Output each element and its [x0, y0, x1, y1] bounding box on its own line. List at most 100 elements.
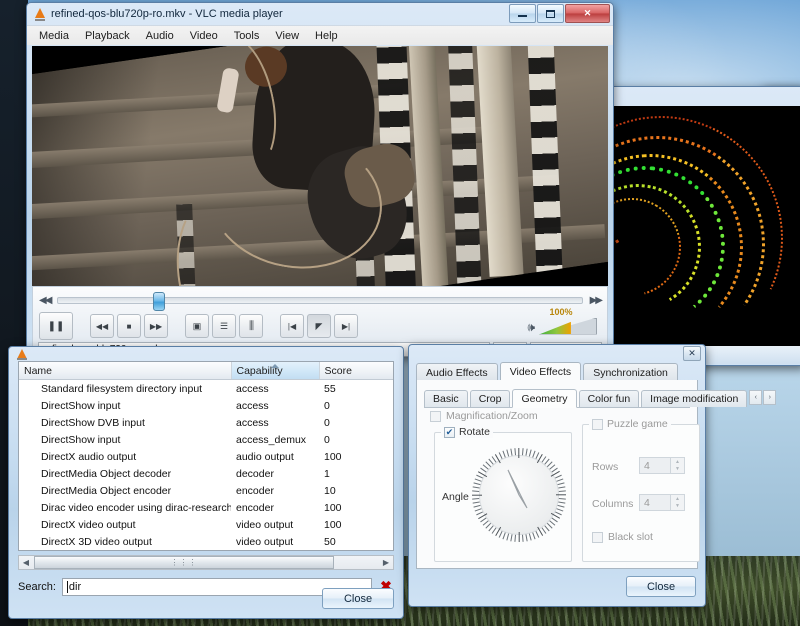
- fast-forward-icon[interactable]: ▶▶: [590, 295, 601, 306]
- rotate-group-label-wrap[interactable]: ✔ Rotate: [441, 426, 493, 438]
- rows-decrement-icon[interactable]: ▼: [671, 466, 684, 474]
- playlist-button[interactable]: ☰: [212, 314, 236, 338]
- scroll-right-arrow-icon[interactable]: ▶: [379, 556, 393, 569]
- effects-tabbar[interactable]: Audio Effects Video Effects Synchronizat…: [416, 361, 698, 382]
- subtab-image-modification[interactable]: Image modification: [641, 390, 747, 407]
- subtab-color-fun[interactable]: Color fun: [579, 390, 640, 407]
- effects-close-button[interactable]: Close: [626, 576, 696, 597]
- plugins-close-button[interactable]: Close: [322, 588, 394, 609]
- table-row[interactable]: Standard filesystem directory inputacces…: [19, 380, 394, 398]
- plugins-and-extensions-dialog[interactable]: Name Capability Score Standard filesyste…: [8, 346, 404, 617]
- table-row[interactable]: DirectMedia Object encoderencoder10: [19, 482, 394, 499]
- dial-tick: [558, 505, 565, 508]
- visualization-titlebar[interactable]: [607, 87, 800, 107]
- fullscreen-button[interactable]: ▣: [185, 314, 209, 338]
- column-header-score[interactable]: Score: [319, 362, 394, 380]
- tab-audio-effects[interactable]: Audio Effects: [416, 363, 498, 381]
- table-row[interactable]: DirectX audio outputaudio output100: [19, 448, 394, 465]
- loop-button[interactable]: ◤: [307, 314, 331, 338]
- rows-increment-icon[interactable]: ▲: [671, 458, 684, 466]
- menu-item-tools[interactable]: Tools: [234, 30, 260, 42]
- background-visualization-window[interactable]: [606, 86, 800, 364]
- plugin-score: 1: [319, 465, 394, 482]
- rewind-icon[interactable]: ◀◀: [39, 295, 50, 306]
- frame-next-button[interactable]: ▶|: [334, 314, 358, 338]
- magnification-zoom-row[interactable]: Magnification/Zoom: [430, 410, 538, 422]
- next-button[interactable]: ▶▶: [144, 314, 168, 338]
- extended-settings-button[interactable]: ⫼: [239, 314, 263, 338]
- vlc-close-button[interactable]: ✕: [565, 4, 610, 23]
- black-slot-row[interactable]: Black slot: [592, 531, 653, 543]
- column-header-name[interactable]: Name: [19, 362, 231, 380]
- columns-spinner[interactable]: 4 ▲▼: [639, 494, 685, 511]
- previous-button[interactable]: ◀◀: [90, 314, 114, 338]
- rotate-checkbox[interactable]: ✔: [444, 427, 455, 438]
- dial-tick: [514, 535, 516, 542]
- vlc-controls[interactable]: ◀◀ ▶▶ ❚❚ ◀◀ ■ ▶▶ ▣ ☰ ⫼ |◀ ◤ ▶| 🕪 100%: [32, 286, 608, 350]
- text-caret: [67, 581, 68, 593]
- vlc-minimize-button[interactable]: [509, 4, 536, 23]
- tab-video-effects[interactable]: Video Effects: [500, 362, 582, 382]
- menu-item-playback[interactable]: Playback: [85, 30, 130, 42]
- subtab-basic[interactable]: Basic: [424, 390, 468, 407]
- table-row[interactable]: DirectX 3D video outputvideo output150: [19, 550, 394, 551]
- puzzle-game-checkbox[interactable]: [592, 419, 603, 430]
- volume-control[interactable]: 🕪 100%: [527, 318, 601, 335]
- column-header-capability[interactable]: Capability: [231, 362, 319, 380]
- frame-previous-button[interactable]: |◀: [280, 314, 304, 338]
- vlc-menubar[interactable]: Media Playback Audio Video Tools View He…: [27, 25, 613, 45]
- table-row[interactable]: DirectShow inputaccess0: [19, 397, 394, 414]
- stop-button[interactable]: ■: [117, 314, 141, 338]
- table-row[interactable]: DirectShow inputaccess_demux0: [19, 431, 394, 448]
- menu-item-video[interactable]: Video: [190, 30, 218, 42]
- rows-label: Rows: [592, 461, 618, 473]
- vlc-cone-icon: [34, 8, 46, 21]
- effects-titlebar[interactable]: ✕: [409, 345, 705, 359]
- menu-item-audio[interactable]: Audio: [146, 30, 174, 42]
- magnification-zoom-checkbox[interactable]: [430, 411, 441, 422]
- video-output-area[interactable]: [32, 46, 608, 286]
- menu-item-view[interactable]: View: [275, 30, 299, 42]
- plugins-horizontal-scrollbar[interactable]: ◀ ⋮⋮⋮ ▶: [18, 555, 394, 570]
- vlc-titlebar[interactable]: refined-qos-blu720p-ro.mkv - VLC media p…: [27, 3, 613, 25]
- rows-spinner[interactable]: 4 ▲▼: [639, 457, 685, 474]
- effects-close-icon[interactable]: ✕: [683, 346, 701, 361]
- subtab-next-icon[interactable]: ›: [763, 390, 776, 405]
- vlc-main-window[interactable]: refined-qos-blu720p-ro.mkv - VLC media p…: [26, 2, 614, 354]
- seek-handle[interactable]: [153, 292, 165, 311]
- effects-and-filters-dialog[interactable]: ✕ Audio Effects Video Effects Synchroniz…: [408, 344, 706, 605]
- angle-dial[interactable]: [479, 455, 559, 535]
- play-pause-button[interactable]: ❚❚: [39, 312, 73, 340]
- scroll-left-arrow-icon[interactable]: ◀: [19, 556, 33, 569]
- plugins-table[interactable]: Name Capability Score Standard filesyste…: [18, 361, 394, 551]
- seek-row[interactable]: ◀◀ ▶▶: [33, 287, 607, 310]
- table-row[interactable]: DirectMedia Object decoderdecoder1: [19, 465, 394, 482]
- dial-needle: [480, 456, 558, 534]
- table-row[interactable]: DirectShow DVB inputaccess0: [19, 414, 394, 431]
- seek-bar[interactable]: [57, 297, 582, 304]
- subtab-geometry[interactable]: Geometry: [512, 389, 576, 408]
- columns-decrement-icon[interactable]: ▼: [671, 503, 684, 511]
- black-slot-checkbox[interactable]: [592, 532, 603, 543]
- table-row[interactable]: DirectX video outputvideo output100: [19, 516, 394, 533]
- subtab-scroll-buttons[interactable]: ‹ ›: [749, 390, 776, 405]
- menu-item-media[interactable]: Media: [39, 30, 69, 42]
- menu-item-help[interactable]: Help: [315, 30, 338, 42]
- tab-synchronization[interactable]: Synchronization: [583, 363, 678, 381]
- vlc-window-buttons[interactable]: ✕: [509, 4, 610, 23]
- puzzle-group-label-wrap[interactable]: Puzzle game: [589, 418, 671, 430]
- scrollbar-thumb[interactable]: ⋮⋮⋮: [34, 556, 334, 569]
- plugin-score: 100: [319, 499, 394, 516]
- volume-slider[interactable]: [539, 318, 597, 335]
- video-effects-subtabbar[interactable]: Basic Crop Geometry Color fun Image modi…: [424, 388, 690, 408]
- table-row[interactable]: Dirac video encoder using dirac-research…: [19, 499, 394, 516]
- subtab-prev-icon[interactable]: ‹: [749, 390, 762, 405]
- table-row[interactable]: DirectX 3D video outputvideo output50: [19, 533, 394, 550]
- speaker-icon[interactable]: 🕪: [527, 320, 535, 335]
- dial-tick: [510, 534, 512, 541]
- vlc-maximize-button[interactable]: [537, 4, 564, 23]
- transport-button-row[interactable]: ❚❚ ◀◀ ■ ▶▶ ▣ ☰ ⫼ |◀ ◤ ▶| 🕪 100%: [33, 310, 607, 341]
- video-effects-panel: Basic Crop Geometry Color fun Image modi…: [416, 380, 698, 569]
- subtab-crop[interactable]: Crop: [470, 390, 511, 407]
- columns-increment-icon[interactable]: ▲: [671, 495, 684, 503]
